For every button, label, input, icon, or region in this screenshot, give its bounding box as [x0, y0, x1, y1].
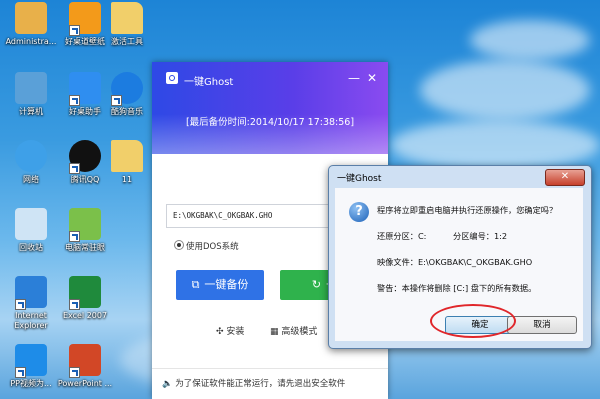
warning-text: 警告：本操作将删除 [C:] 盘下的所有数据。 [377, 283, 537, 293]
powerpoint-icon [69, 344, 101, 378]
dialog-question: 程序将立即重启电脑并执行还原操作，您确定吗？ [377, 205, 558, 215]
desktop-icon-label: Internet Explorer [14, 311, 48, 330]
user-folder-icon [15, 2, 47, 34]
shortcut-arrow-icon [69, 299, 80, 310]
install-label: 安装 [226, 327, 245, 337]
desktop-icon-label: 回收站 [19, 243, 43, 252]
desktop-icon-label: Excel 2007 [62, 311, 108, 320]
image-file: 映像文件：E:\OKGBAK\C_OKGBAK.GHO [377, 257, 533, 267]
desktop-icon[interactable]: Administra... [2, 2, 60, 47]
last-backup-time: [最后备份时间:2014/10/17 17:38:56] [185, 117, 355, 128]
kugou-icon [111, 72, 143, 106]
desktop-icon[interactable]: 计算机 [2, 72, 60, 117]
recycle-bin-icon [15, 208, 47, 240]
backup-button[interactable]: ⧉ 一键备份 [176, 270, 264, 300]
desktop-icon-label: 电脑常驻眼 [65, 243, 105, 252]
gear-icon: ✣ [216, 327, 224, 337]
desktop-icon[interactable]: Internet Explorer [2, 276, 60, 331]
advanced-label: 高级模式 [281, 327, 318, 337]
desktop-icon-label: PP视频为... [10, 379, 52, 388]
partition-number: 分区编号：1:2 [453, 231, 508, 241]
computer-icon [15, 72, 47, 104]
assistant-icon [69, 72, 101, 106]
tip-text: 为了保证软件能正常运行，请先退出安全软件 [175, 379, 346, 389]
radio-dot-icon [174, 240, 184, 250]
desktop-icon[interactable]: 回收站 [2, 208, 60, 253]
ie-icon [15, 276, 47, 310]
dialog-close-button[interactable]: ✕ [545, 169, 585, 186]
install-option[interactable]: ✣ 安装 [216, 324, 244, 337]
shortcut-arrow-icon [69, 25, 80, 36]
shortcut-arrow-icon [15, 299, 26, 310]
desktop-icon[interactable]: 11 [98, 140, 156, 185]
desktop-icon-label: 网络 [23, 175, 39, 184]
close-button[interactable]: ✕ [367, 71, 377, 85]
desktop-icon[interactable]: PowerPoint ... [56, 344, 114, 389]
tip-bar: 🔈 为了保证软件能正常运行，请先退出安全软件 [152, 368, 388, 399]
restore-partition: 还原分区：C: [377, 231, 427, 241]
advanced-mode-option[interactable]: ▦ 高级模式 [270, 324, 317, 337]
desktop-icon-label: 11 [121, 175, 133, 184]
desktop-icon-label: 计算机 [19, 107, 43, 116]
desktop-icon-label: Administra... [5, 37, 57, 46]
desktop-icon[interactable]: 网络 [2, 140, 60, 185]
restore-icon: ↻ [311, 278, 322, 291]
pptv-icon [15, 344, 47, 378]
shortcut-arrow-icon [69, 367, 80, 378]
desktop-icon[interactable]: 酷狗音乐 [98, 72, 156, 117]
excel-icon [69, 276, 101, 310]
desktop-icon[interactable]: 电脑常驻眼 [56, 208, 114, 253]
highlight-ring [430, 304, 516, 338]
folder-icon [111, 140, 143, 172]
backup-icon: ⧉ [191, 278, 200, 291]
shortcut-arrow-icon [69, 95, 80, 106]
folder-icon [111, 2, 143, 34]
network-icon [15, 140, 47, 172]
minimize-button[interactable]: — [348, 71, 360, 85]
shortcut-arrow-icon [15, 367, 26, 378]
app-icon [69, 208, 101, 242]
speaker-icon: 🔈 [162, 379, 173, 389]
desktop-icon-label: 激活工具 [111, 37, 143, 46]
dos-radio[interactable]: 使用DOS系统 [174, 240, 239, 252]
shortcut-arrow-icon [111, 95, 122, 106]
desktop-icon[interactable]: Excel 2007 [56, 276, 114, 321]
dialog-title: 一键Ghost [337, 174, 382, 184]
ghost-title: 一键Ghost [184, 77, 234, 88]
dos-radio-label: 使用DOS系统 [186, 242, 239, 252]
qq-icon [69, 140, 101, 174]
desktop-icon-label: PowerPoint ... [57, 379, 113, 388]
desktop-icon[interactable]: PP视频为... [2, 344, 60, 389]
cancel-button[interactable]: 取消 [507, 316, 577, 334]
desktop-icon[interactable]: 激活工具 [98, 2, 156, 47]
ghost-logo-icon [166, 72, 178, 84]
wallpaper-icon [69, 2, 101, 36]
grid-icon: ▦ [270, 327, 279, 337]
backup-label: 一键备份 [204, 278, 249, 291]
desktop-icon-label: 酷狗音乐 [111, 107, 143, 116]
question-icon: ? [349, 202, 369, 222]
ghost-header: 一键Ghost — ✕ [最后备份时间:2014/10/17 17:38:56] [152, 62, 388, 154]
shortcut-arrow-icon [69, 163, 80, 174]
shortcut-arrow-icon [69, 231, 80, 242]
